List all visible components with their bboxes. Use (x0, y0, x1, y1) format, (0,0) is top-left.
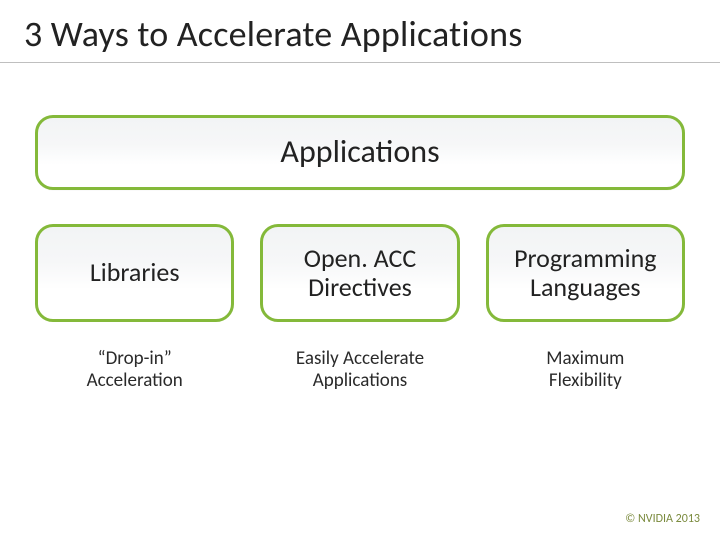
caption-libraries: “Drop-in” Acceleration (35, 348, 234, 393)
approach-row: Libraries Open. ACC Directives Programmi… (35, 224, 685, 322)
card-label: Programming Languages (514, 244, 656, 302)
card-libraries: Libraries (35, 224, 234, 322)
card-label: Open. ACC Directives (304, 244, 417, 302)
card-openacc: Open. ACC Directives (260, 224, 459, 322)
caption-programming-languages: Maximum Flexibility (486, 348, 685, 393)
copyright-footer: © NVIDIA 2013 (625, 512, 700, 526)
card-programming-languages: Programming Languages (486, 224, 685, 322)
card-label: Libraries (90, 258, 180, 287)
diagram-stage: Applications Libraries Open. ACC Directi… (0, 63, 720, 393)
caption-openacc: Easily Accelerate Applications (260, 348, 459, 393)
applications-box: Applications (35, 115, 685, 190)
page-title: 3 Ways to Accelerate Applications (24, 12, 696, 56)
applications-label: Applications (280, 132, 439, 171)
caption-row: “Drop-in” Acceleration Easily Accelerate… (35, 348, 685, 393)
title-bar: 3 Ways to Accelerate Applications (0, 0, 720, 63)
